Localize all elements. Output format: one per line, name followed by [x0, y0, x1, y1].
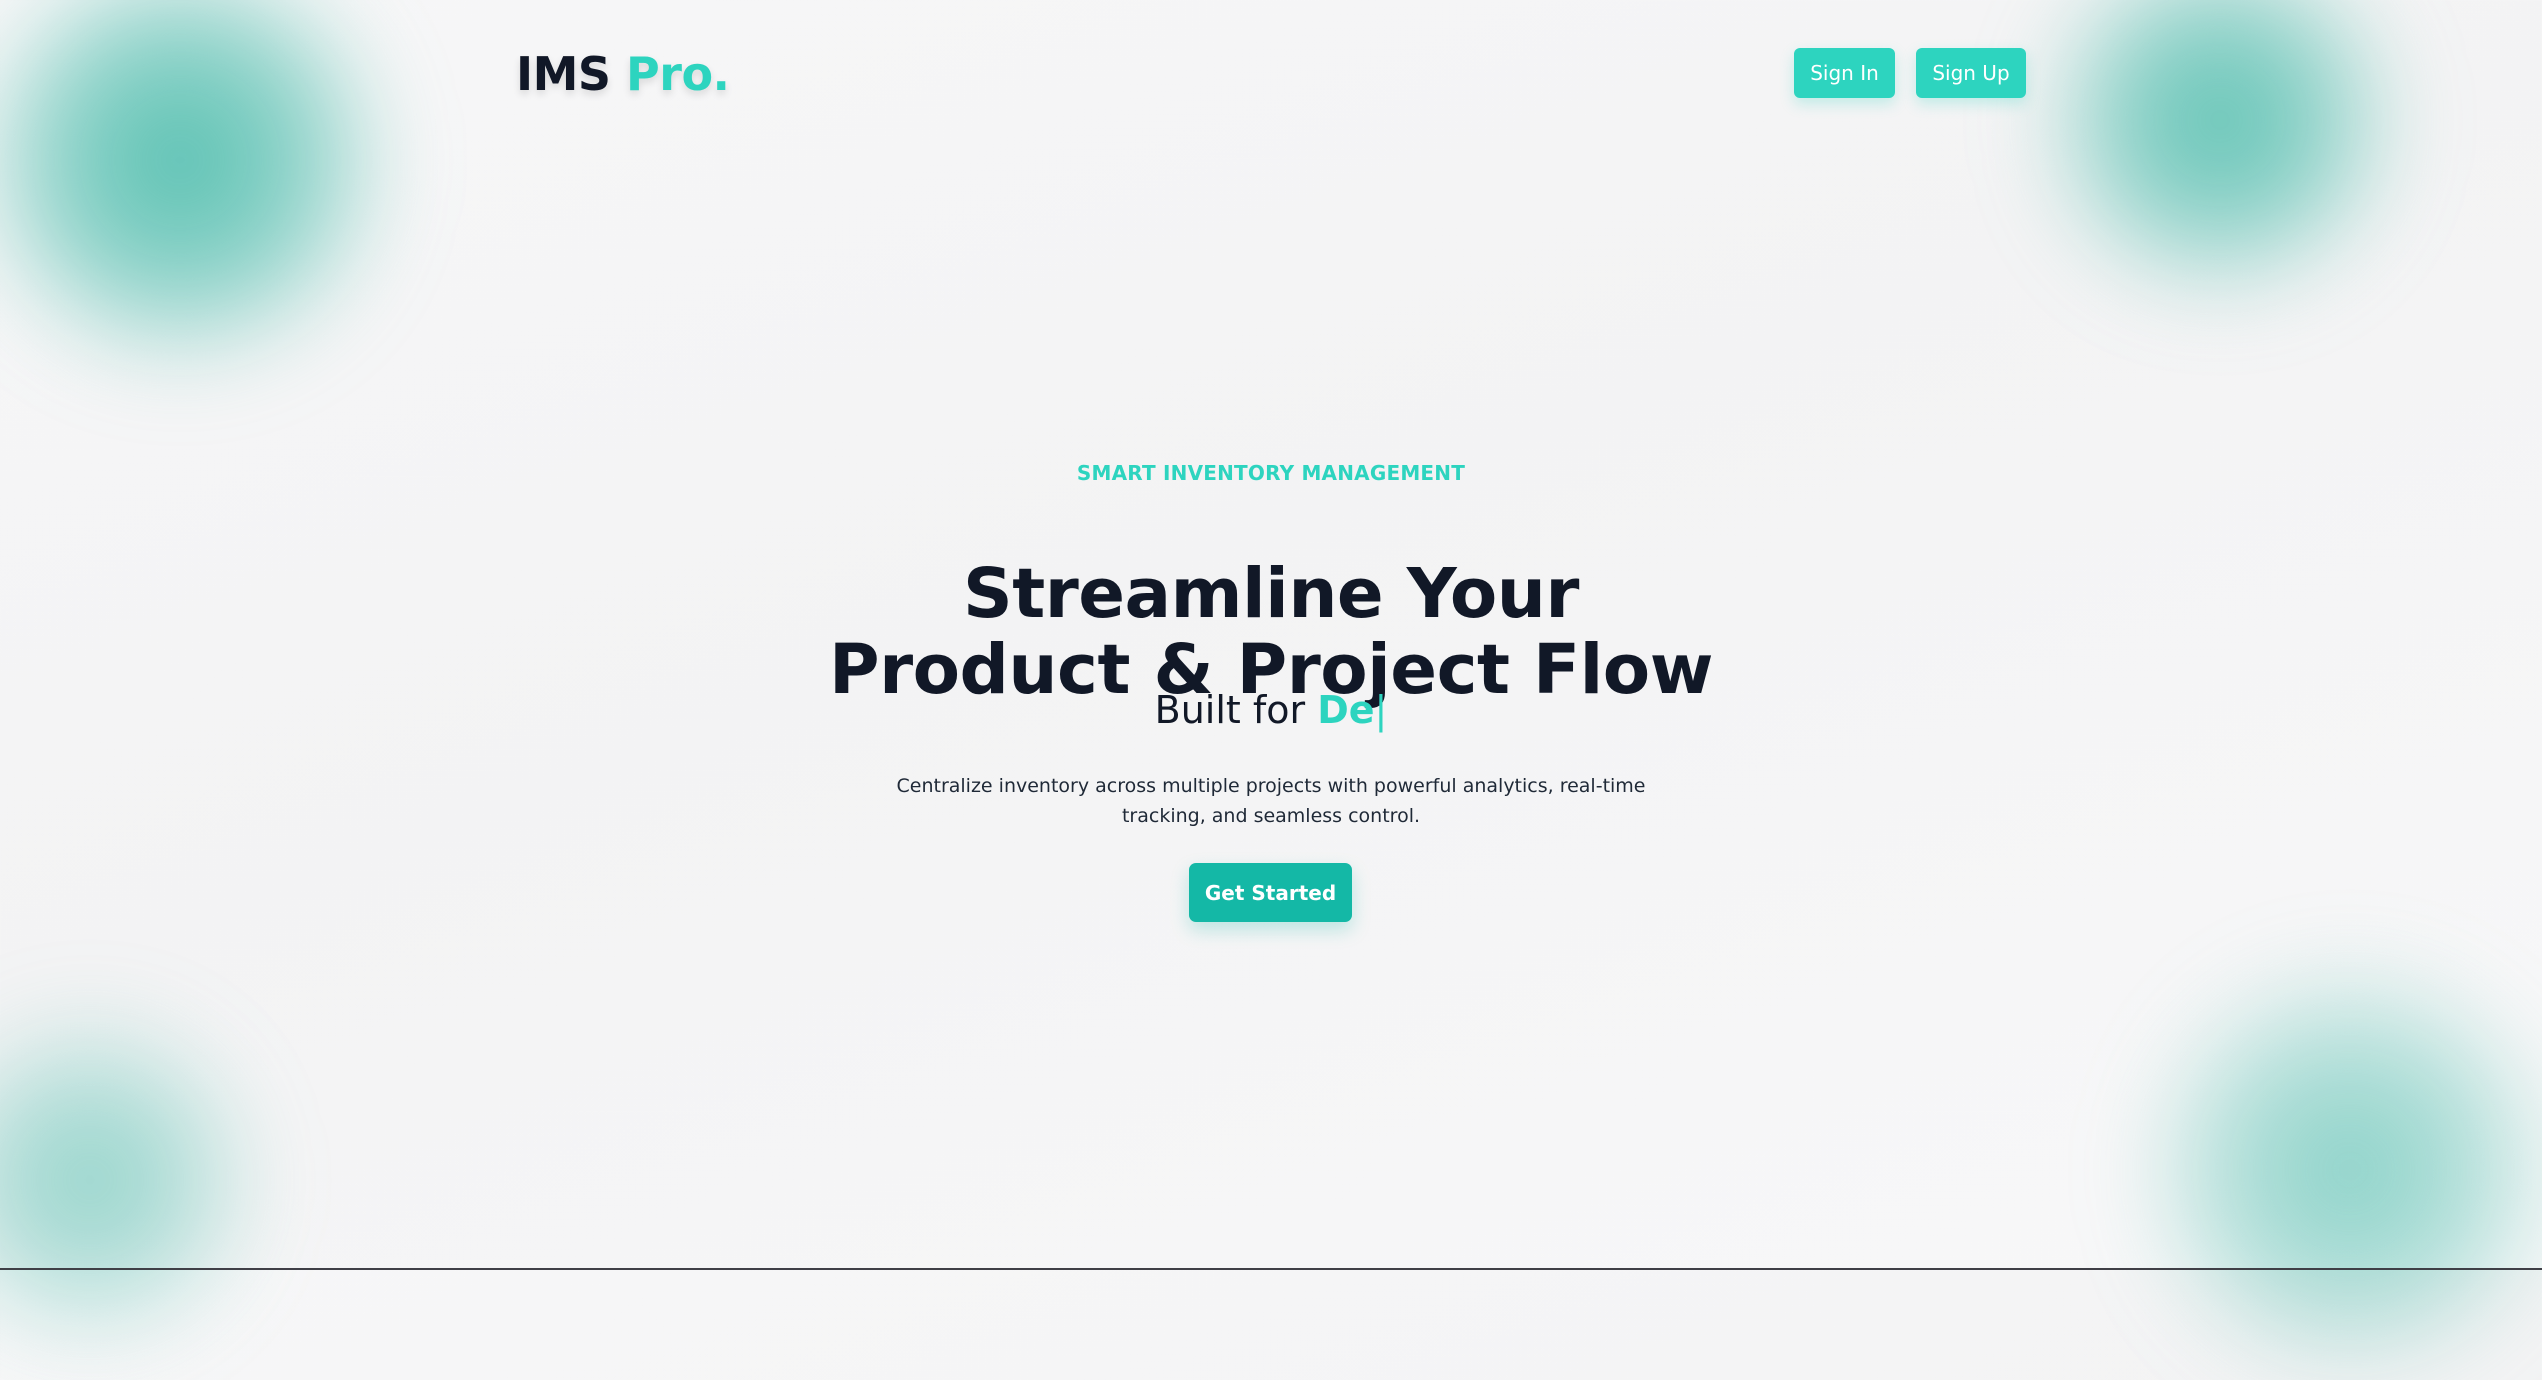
sign-up-button[interactable]: Sign Up: [1916, 48, 2026, 98]
typing-cursor: |: [1374, 688, 1388, 732]
hero-headline-line-1: Streamline Your: [963, 554, 1579, 635]
typed-audience-text: De: [1317, 688, 1375, 732]
top-navbar: IMS Pro. Sign In Sign Up: [0, 0, 2542, 150]
brand-name: IMS: [516, 47, 611, 101]
brand-suffix: Pro.: [626, 47, 730, 101]
built-for-text: Built for De|: [0, 686, 2542, 734]
get-started-button[interactable]: Get Started: [1189, 863, 1352, 922]
hero-description: Centralize inventory across multiple pro…: [896, 775, 1646, 827]
sign-in-button[interactable]: Sign In: [1794, 48, 1895, 98]
decorative-blob-bottom-left: [0, 1010, 260, 1350]
brand-logo[interactable]: IMS Pro.: [516, 44, 730, 104]
decorative-blob-bottom-right: [2140, 960, 2542, 1380]
built-for-prefix: Built for: [1154, 688, 1306, 732]
hero-eyebrow: SMART INVENTORY MANAGEMENT: [1076, 461, 1466, 485]
